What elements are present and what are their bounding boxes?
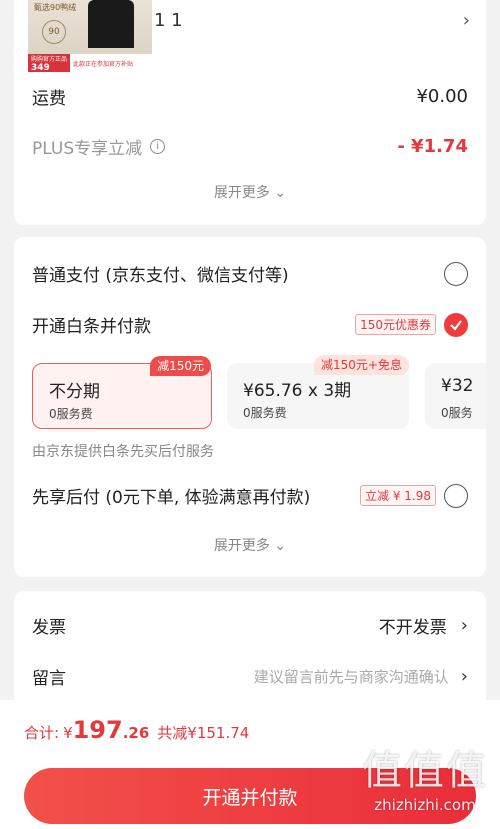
plan-title: ¥65.76 x 3期 [243, 381, 352, 401]
plan-3-installments[interactable]: 减150元+免息 ¥65.76 x 3期 0服务费 [227, 355, 409, 429]
pay-later-row[interactable]: 先享后付 (0元下单, 体验满意再付款) 立减 ¥ 1.98 [32, 483, 468, 508]
product-banner-badge: 90 [42, 20, 66, 44]
pay-later-label: 先享后付 (0元下单, 体验满意再付款) [32, 488, 311, 508]
pay-later-tag: 立减 ¥ 1.98 [360, 485, 436, 506]
product-price-box: 购购官方正品 349 [28, 54, 71, 73]
fees-expand-label: 展开更多 [213, 185, 270, 201]
message-label: 留言 [32, 669, 66, 689]
total-summary: 合计: ¥ 197 .26 共减¥151.74 [24, 716, 249, 744]
plan-fee: 0服务费 [243, 406, 287, 420]
baitiao-coupon-tag: 150元优惠券 [355, 314, 436, 335]
shipping-value: ¥0.00 [416, 86, 468, 107]
plan-badge: 减150元+免息 [314, 355, 409, 375]
product-quantity: 1 1 [154, 10, 183, 31]
product-banner-tag: 购购官方正品 [31, 55, 68, 63]
invoice-row[interactable]: 发票 不开发票 › [32, 613, 468, 638]
shipping-label: 运费 [32, 89, 66, 109]
pay-later-right: 立减 ¥ 1.98 [360, 483, 468, 508]
plus-discount-value: - ¥1.74 [397, 136, 468, 157]
pay-later-radio[interactable] [444, 483, 468, 508]
total-integer: 197 [72, 716, 123, 744]
submit-button[interactable]: 开通并付款 [24, 768, 476, 824]
total-decimal: .26 [122, 724, 150, 742]
shipping-row: 运费 ¥0.00 [32, 84, 468, 109]
normal-pay-radio[interactable] [444, 261, 468, 286]
fees-card: 运费 ¥0.00 PLUS专享立减 i - ¥1.74 展开更多 ⌄ [14, 78, 486, 225]
chevron-right-icon: › [460, 666, 468, 687]
baitiao-row[interactable]: 开通白条并付款 150元优惠券 [32, 312, 468, 337]
plan-no-installment[interactable]: 减150元 不分期 0服务费 [32, 356, 212, 429]
message-placeholder: 建议留言前先与商家沟通确认 [253, 668, 449, 686]
product-jacket-image [88, 0, 134, 48]
baitiao-radio[interactable] [444, 312, 468, 337]
chevron-down-icon: ⌄ [269, 538, 287, 554]
provider-note: 由京东提供白条先买后付服务 [32, 444, 214, 460]
message-right: 建议留言前先与商家沟通确认 › [254, 666, 468, 687]
plan-fee: 0服务 [441, 406, 473, 420]
product-banner-price: 349 [31, 62, 50, 73]
plan-title: ¥32 [441, 376, 474, 396]
baitiao-label: 开通白条并付款 [32, 317, 151, 337]
normal-pay-row[interactable]: 普通支付 (京东支付、微信支付等) [32, 261, 468, 286]
chevron-down-icon: ⌄ [269, 185, 287, 201]
chevron-right-icon: › [460, 615, 468, 636]
fees-expand-more[interactable]: 展开更多 ⌄ [14, 182, 486, 202]
chevron-right-icon[interactable]: › [463, 10, 470, 31]
total-label: 合计: [24, 724, 60, 742]
total-saved: 共减¥151.74 [157, 724, 250, 742]
payment-card: 普通支付 (京东支付、微信支付等) 开通白条并付款 150元优惠券 减150元 … [14, 237, 486, 577]
plus-discount-label: PLUS专享立减 [32, 139, 143, 159]
plan-fee: 0服务费 [49, 407, 93, 421]
payment-expand-label: 展开更多 [213, 538, 270, 554]
extra-card: 发票 不开发票 › 留言 建议留言前先与商家沟通确认 › [14, 591, 486, 711]
submit-button-label: 开通并付款 [202, 786, 298, 809]
invoice-label: 发票 [32, 618, 66, 638]
info-icon[interactable]: i [150, 139, 166, 154]
message-row[interactable]: 留言 建议留言前先与商家沟通确认 › [32, 664, 468, 689]
plus-discount-label-group: PLUS专享立减 i [32, 134, 166, 159]
product-strip[interactable]: 甄选90鸭绒 90 购购官方正品 349 此款正在参加官方补贴 1 1 › [14, 0, 486, 78]
plan-badge: 减150元 [150, 356, 211, 376]
payment-expand-more[interactable]: 展开更多 ⌄ [14, 535, 486, 555]
checkmark-icon [450, 319, 462, 331]
product-banner-mid: 90 [48, 27, 60, 37]
total-currency: ¥ [63, 724, 73, 742]
invoice-right: 不开发票 › [379, 613, 468, 638]
product-thumbnail: 甄选90鸭绒 90 购购官方正品 349 此款正在参加官方补贴 [28, 0, 152, 72]
product-banner-top: 甄选90鸭绒 [34, 3, 77, 12]
normal-pay-label: 普通支付 (京东支付、微信支付等) [32, 266, 289, 286]
invoice-value: 不开发票 [378, 618, 447, 638]
product-banner-bottom: 购购官方正品 349 此款正在参加官方补贴 [28, 54, 152, 72]
baitiao-right: 150元优惠券 [355, 312, 468, 337]
plan-title: 不分期 [49, 382, 100, 402]
plus-discount-row: PLUS专享立减 i - ¥1.74 [32, 134, 468, 159]
footer-bar: 合计: ¥ 197 .26 共减¥151.74 开通并付款 [0, 700, 500, 829]
product-banner-note: 此款正在参加官方补贴 [73, 60, 134, 68]
plan-more-installments[interactable]: ¥32 0服务 [425, 363, 486, 429]
